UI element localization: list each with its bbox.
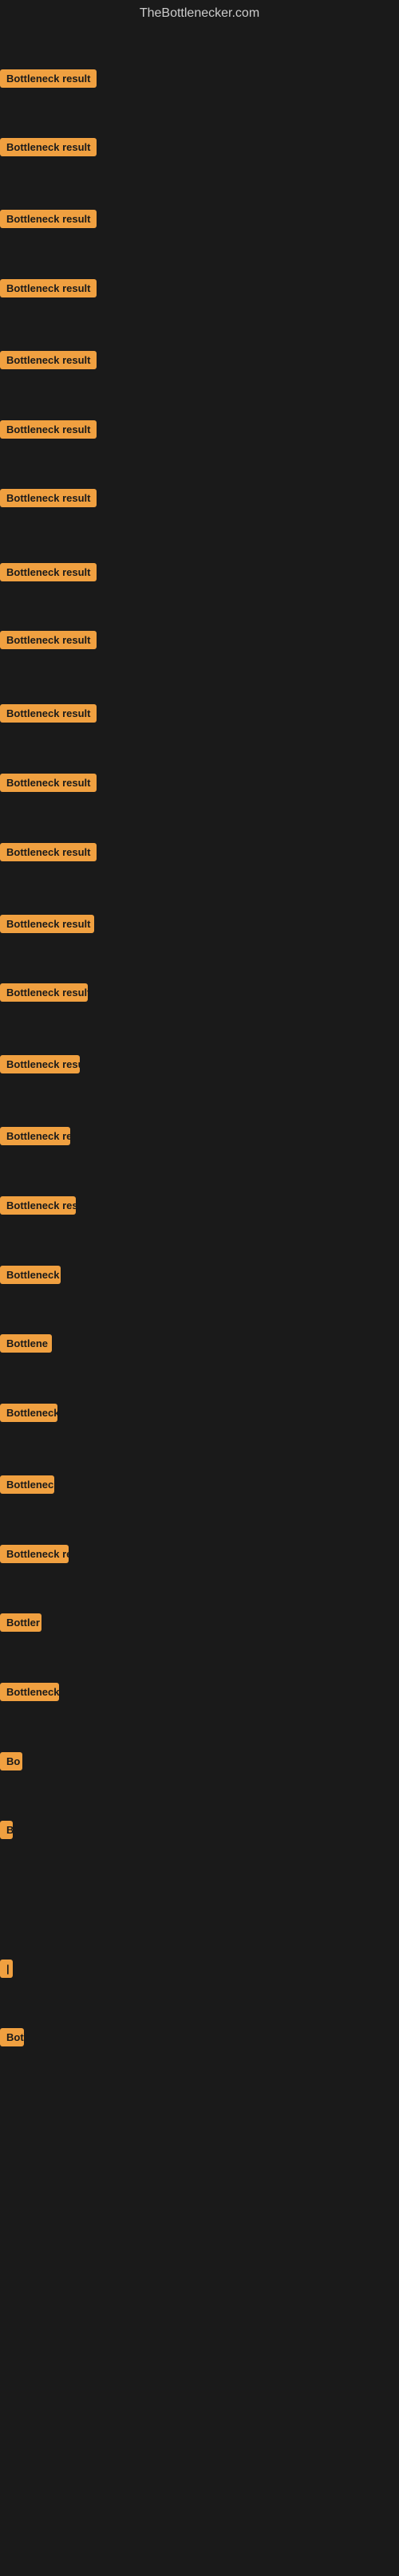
bottleneck-badge: Bottleneck result: [0, 704, 97, 723]
bottleneck-result-item: Bottleneck result: [0, 351, 97, 373]
bottleneck-result-item: Bottleneck result: [0, 774, 97, 796]
bottleneck-badge: Bottleneck result: [0, 138, 97, 156]
bottleneck-badge: Bottleneck result: [0, 351, 97, 369]
bottleneck-badge: Bottleneck: [0, 1683, 59, 1701]
bottleneck-result-item: Bottleneck resu: [0, 1196, 76, 1219]
bottleneck-badge: Bottleneck result: [0, 631, 97, 649]
bottleneck-result-item: Bottlenec: [0, 1475, 54, 1498]
bottleneck-result-item: Bottleneck: [0, 1683, 59, 1705]
site-title: TheBottlenecker.com: [0, 0, 399, 24]
bottleneck-badge: Bottleneck result: [0, 420, 97, 439]
bottleneck-badge: Bottleneck re: [0, 1127, 70, 1145]
bottleneck-result-item: |: [0, 1960, 13, 1982]
bottleneck-result-item: Bottleneck: [0, 1404, 57, 1426]
bottleneck-result-item: Bottleneck result: [0, 138, 97, 160]
bottleneck-result-item: Bottleneck re: [0, 1545, 69, 1567]
bottleneck-badge: Bottleneck: [0, 1404, 57, 1422]
bottleneck-badge: Bottleneck result: [0, 774, 97, 792]
bottleneck-badge: Bottleneck result: [0, 69, 97, 88]
bottleneck-badge: Bottleneck result: [0, 983, 88, 1002]
bottleneck-result-item: Bottleneck result: [0, 631, 97, 653]
bottleneck-result-item: Bottlene: [0, 1334, 52, 1357]
bottleneck-badge: Bottleneck result: [0, 843, 97, 861]
bottleneck-badge: Bottleneck result: [0, 563, 97, 581]
bottleneck-result-item: Bo: [0, 1752, 22, 1774]
bottleneck-badge: Bottleneck resu: [0, 1196, 76, 1215]
bottleneck-badge: Bottleneck result: [0, 915, 94, 933]
bottleneck-badge: Bottleneck result: [0, 1055, 80, 1073]
bottleneck-result-item: Bottleneck result: [0, 563, 97, 585]
bottleneck-result-item: Bottleneck result: [0, 489, 97, 511]
bottleneck-badge: Bottlenec: [0, 1475, 54, 1494]
bottleneck-badge: |: [0, 1960, 13, 1978]
bottleneck-badge: Bottlene: [0, 1334, 52, 1353]
bottleneck-badge: Bottleneck result: [0, 279, 97, 297]
bottleneck-result-item: Bot: [0, 2028, 24, 2050]
bottleneck-result-item: Bottleneck result: [0, 915, 94, 937]
bottleneck-result-item: Bottleneck result: [0, 210, 97, 232]
bottleneck-result-item: Bottleneck result: [0, 420, 97, 443]
bottleneck-result-item: Bottler: [0, 1613, 41, 1636]
bottleneck-badge: Bottleneck re: [0, 1545, 69, 1563]
bottleneck-badge: Bottleneck result: [0, 210, 97, 228]
bottleneck-badge: Bottleneck: [0, 1266, 61, 1284]
bottleneck-badge: Bo: [0, 1752, 22, 1771]
bottleneck-result-item: Bottleneck result: [0, 983, 88, 1006]
bottleneck-result-item: Bottleneck: [0, 1266, 61, 1288]
bottleneck-badge: B: [0, 1821, 13, 1839]
bottleneck-result-item: Bottleneck result: [0, 843, 97, 865]
bottleneck-result-item: Bottleneck result: [0, 279, 97, 301]
bottleneck-result-item: Bottleneck re: [0, 1127, 70, 1149]
bottleneck-result-item: Bottleneck result: [0, 69, 97, 92]
bottleneck-result-item: B: [0, 1821, 13, 1843]
bottleneck-result-item: Bottleneck result: [0, 704, 97, 727]
bottleneck-badge: Bottleneck result: [0, 489, 97, 507]
bottleneck-badge: Bot: [0, 2028, 24, 2046]
bottleneck-badge: Bottler: [0, 1613, 41, 1632]
bottleneck-result-item: Bottleneck result: [0, 1055, 80, 1077]
